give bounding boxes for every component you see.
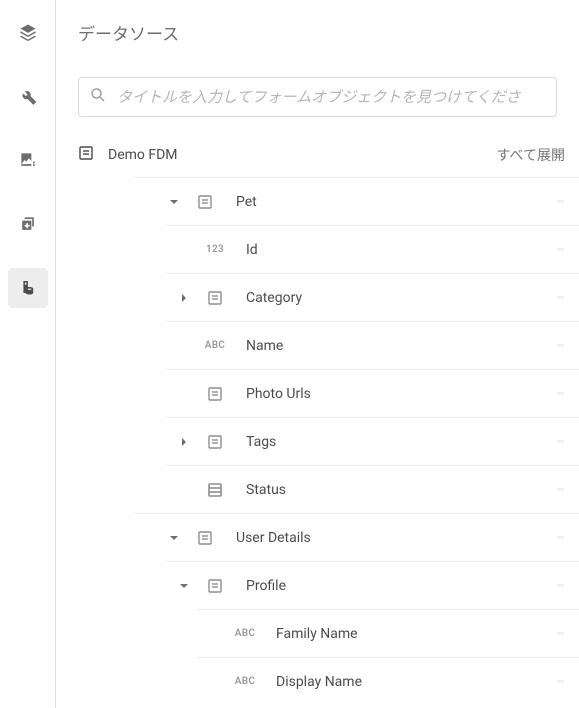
- list-type-icon: [203, 482, 227, 498]
- chevron-down-icon[interactable]: [178, 581, 190, 591]
- row-indicator: –: [556, 386, 565, 402]
- tree-node-photo-urls[interactable]: Photo Urls –: [166, 369, 579, 417]
- node-label: Pet: [230, 194, 543, 210]
- node-label: Name: [240, 338, 543, 354]
- object-icon: [203, 386, 227, 402]
- node-label: Category: [240, 290, 543, 306]
- object-icon: [193, 530, 217, 546]
- tree-node-user-details[interactable]: User Details –: [134, 513, 579, 561]
- row-indicator: –: [556, 338, 565, 354]
- object-icon: [78, 145, 94, 165]
- chevron-down-icon[interactable]: [168, 533, 180, 543]
- node-label: Display Name: [270, 674, 543, 690]
- chevron-down-icon[interactable]: [168, 197, 180, 207]
- row-indicator: –: [556, 194, 565, 210]
- tree-node-family-name[interactable]: ABC Family Name –: [196, 609, 579, 657]
- node-label: User Details: [230, 530, 543, 546]
- row-indicator: –: [556, 434, 565, 450]
- string-type-icon: ABC: [233, 628, 257, 639]
- chevron-right-icon[interactable]: [178, 437, 190, 447]
- tree-node-profile[interactable]: Profile –: [166, 561, 579, 609]
- row-indicator: –: [556, 482, 565, 498]
- chevron-right-icon[interactable]: [178, 293, 190, 303]
- row-indicator: –: [556, 242, 565, 258]
- node-label: Photo Urls: [240, 386, 543, 402]
- number-type-icon: 123: [203, 244, 227, 255]
- left-rail: [0, 0, 56, 708]
- node-label: Status: [240, 482, 543, 498]
- tree-node-display-name[interactable]: ABC Display Name –: [196, 657, 579, 705]
- tree-node-name[interactable]: ABC Name –: [166, 321, 579, 369]
- wrench-icon[interactable]: [8, 76, 48, 116]
- image-settings-icon[interactable]: [8, 140, 48, 180]
- row-indicator: –: [556, 290, 565, 306]
- tree-node-tags[interactable]: Tags –: [166, 417, 579, 465]
- expand-all-button[interactable]: すべて展開: [497, 145, 565, 165]
- row-indicator: –: [556, 674, 565, 690]
- copy-add-icon[interactable]: [8, 204, 48, 244]
- tree-scroll[interactable]: Demo FDM すべて展開 Pet – 123 Id –: [56, 135, 579, 708]
- tree-node-pet[interactable]: Pet –: [134, 177, 579, 225]
- object-icon: [193, 194, 217, 210]
- node-label: Tags: [240, 434, 543, 450]
- object-icon: [203, 578, 227, 594]
- node-label: Family Name: [270, 626, 543, 642]
- tree-node-id[interactable]: 123 Id –: [166, 225, 579, 273]
- search-input[interactable]: [117, 89, 546, 106]
- node-label: Id: [240, 242, 543, 258]
- row-indicator: –: [556, 530, 565, 546]
- data-source-icon[interactable]: [8, 268, 48, 308]
- string-type-icon: ABC: [233, 676, 257, 687]
- node-label: Profile: [240, 578, 543, 594]
- layers-icon[interactable]: [8, 12, 48, 52]
- tree-node-status[interactable]: Status –: [166, 465, 579, 513]
- tree-root-row[interactable]: Demo FDM すべて展開: [62, 135, 579, 177]
- search-box[interactable]: [78, 77, 557, 117]
- object-icon: [203, 290, 227, 306]
- tree-node-category[interactable]: Category –: [166, 273, 579, 321]
- data-source-panel: データソース Demo FDM すべて展開: [56, 0, 579, 708]
- row-indicator: –: [556, 626, 565, 642]
- string-type-icon: ABC: [203, 340, 227, 351]
- search-icon: [89, 86, 107, 108]
- panel-title: データソース: [78, 20, 557, 45]
- root-label: Demo FDM: [108, 147, 483, 163]
- object-icon: [203, 434, 227, 450]
- row-indicator: –: [556, 578, 565, 594]
